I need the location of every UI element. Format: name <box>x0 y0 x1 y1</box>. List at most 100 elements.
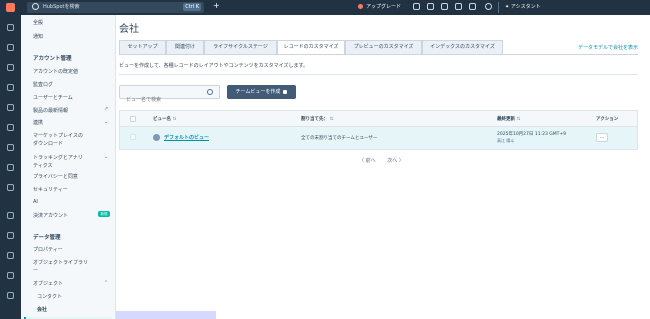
settings-sidebar: 全般 通知 アカウント管理 アカウントの既定値 監査ログ ユーザーとチーム 製品… <box>21 15 116 319</box>
create-team-view-button[interactable]: チームビューを作成 <box>227 85 296 99</box>
main-navigation-rail <box>0 15 21 319</box>
automation-icon[interactable] <box>7 164 14 171</box>
global-search-input[interactable]: HubSpotを検索 Ctrl K <box>27 2 204 13</box>
marketplace-icon[interactable] <box>427 3 434 10</box>
upgrade-button[interactable]: アップグレード <box>358 3 401 10</box>
marketing-icon[interactable] <box>7 84 14 91</box>
sidebar-item-payment-accounts[interactable]: 決済アカウント <box>33 212 68 219</box>
page-title: 会社 <box>119 24 139 35</box>
sidebar-item-contacts[interactable]: コンタクト <box>37 293 62 300</box>
sidebar-item-companies[interactable]: 会社 <box>37 306 47 313</box>
column-header-assigned-label: 割り当て先： <box>301 117 328 122</box>
next-page-button[interactable]: 次へ 〉 <box>387 158 404 164</box>
column-header-last-updated-label: 最終更新 <box>497 117 515 122</box>
upgrade-label: アップグレード <box>366 4 402 10</box>
sidebar-heading-data-management: データ管理 <box>33 235 61 241</box>
sidebar-item-privacy-consent[interactable]: プライバシーと同意 <box>33 173 78 180</box>
resources-icon[interactable] <box>7 292 14 299</box>
chevron-down-icon[interactable]: ⌄ <box>104 119 108 125</box>
service-icon[interactable] <box>7 144 14 151</box>
previous-page-button[interactable]: 〈 前へ <box>359 158 376 164</box>
top-navigation-bar: HubSpotを検索 Ctrl K + アップグレード ✦ アシスタント <box>0 0 650 15</box>
data-management-icon[interactable] <box>7 232 14 239</box>
assistant-button[interactable]: ✦ アシスタント <box>505 3 541 10</box>
page-description: ビューを作成して、各種レコードのレイアウトやコンテンツをカスタマイズします。 <box>119 63 308 69</box>
column-header-last-updated[interactable]: 最終更新 ⇅ <box>497 116 520 122</box>
sidebar-item-notifications[interactable]: 通知 <box>33 33 43 40</box>
sidebar-item-security[interactable]: セキュリティー <box>33 186 68 193</box>
sort-icon: ⇅ <box>172 117 177 122</box>
search-shortcut-badge: Ctrl K <box>183 3 201 11</box>
library-icon[interactable] <box>7 272 14 279</box>
lock-icon <box>283 89 288 94</box>
sidebar-item-tracking-line2[interactable]: ティクス <box>33 162 53 169</box>
sidebar-item-audit-log[interactable]: 監査ログ <box>33 81 53 88</box>
commerce-icon[interactable] <box>7 252 14 259</box>
bottom-overlay-strip <box>116 311 216 319</box>
sidebar-item-users-teams[interactable]: ユーザーとチーム <box>33 94 73 101</box>
global-search-placeholder: HubSpotを検索 <box>43 4 80 10</box>
chevron-down-icon[interactable]: ⌄ <box>104 154 108 160</box>
sort-icon: ⇅ <box>516 117 521 122</box>
table-header: ビュー名 ⇅ 割り当て先： ⇅ 最終更新 ⇅ アクション <box>120 111 637 127</box>
search-icon <box>32 3 39 10</box>
tab-setup[interactable]: セットアップ <box>119 40 166 55</box>
sidebar-item-objects[interactable]: オブジェクト <box>33 280 63 287</box>
settings-gear-icon[interactable] <box>455 3 462 10</box>
home-icon[interactable] <box>7 44 14 51</box>
tab-index-customization[interactable]: インデックスのカスタマイズ <box>422 40 503 55</box>
user-avatar-icon[interactable] <box>485 3 492 10</box>
sales-icon[interactable] <box>7 124 14 131</box>
sidebar-item-object-library-line2[interactable]: ー <box>33 267 38 274</box>
tab-preview-customization[interactable]: プレビューのカスタマイズ <box>345 40 422 55</box>
reporting-icon[interactable] <box>7 184 14 191</box>
chevron-up-icon[interactable]: ⌃ <box>104 280 108 286</box>
sidebar-item-integrations[interactable]: 連携 <box>33 119 43 126</box>
last-updated-cell: 2025年10月27日 11:23 GMT+9 <box>497 132 566 137</box>
phone-icon[interactable] <box>413 3 420 10</box>
sidebar-item-product-updates[interactable]: 製品の最新情報 <box>33 107 68 114</box>
view-search-input[interactable] <box>120 94 208 106</box>
sidebar-item-properties[interactable]: プロパティー <box>33 246 63 253</box>
sort-icon: ⇅ <box>329 117 334 122</box>
tab-associations[interactable]: 関連付け <box>166 40 204 55</box>
column-header-actions: アクション <box>596 117 619 122</box>
table-row[interactable]: デフォルトのビュー 全ての未割り当てのチームとユーザー 2025年10月27日 … <box>120 127 637 149</box>
sidebar-item-tracking-line1[interactable]: トラッキングとアナリ <box>33 154 83 161</box>
external-link-icon: ↗ <box>104 106 109 112</box>
pagination: 〈 前へ 次へ 〉 <box>359 157 414 164</box>
row-checkbox[interactable] <box>130 134 136 140</box>
column-header-assigned[interactable]: 割り当て先： ⇅ <box>301 116 333 122</box>
view-company-data-model-link[interactable]: データモデルで会社を表示 <box>578 44 638 51</box>
sidebar-item-ai[interactable]: AI <box>33 199 38 205</box>
create-new-button[interactable]: + <box>213 1 220 10</box>
hubspot-logo-icon[interactable] <box>6 3 15 12</box>
tab-lifecycle-stages[interactable]: ライフサイクルステージ <box>204 40 277 55</box>
search-icon <box>207 89 213 95</box>
column-header-view-name[interactable]: ビュー名 ⇅ <box>153 116 176 122</box>
select-all-checkbox[interactable] <box>130 116 136 122</box>
upgrade-icon <box>358 4 363 9</box>
view-name-link[interactable]: デフォルトのビュー <box>164 134 209 141</box>
tab-record-customization[interactable]: レコードのカスタマイズ <box>277 40 345 55</box>
section-divider <box>119 74 638 75</box>
collapse-rail-icon[interactable] <box>7 212 14 219</box>
sidebar-heading-account-management: アカウント管理 <box>33 56 72 62</box>
tab-divider <box>119 54 638 55</box>
bookmarks-icon[interactable] <box>7 24 14 31</box>
default-view-icon <box>153 134 160 141</box>
sidebar-item-general[interactable]: 全般 <box>33 19 43 26</box>
sidebar-item-marketplace-line1[interactable]: マーケットプレイスの <box>33 132 83 139</box>
crm-icon[interactable] <box>7 64 14 71</box>
create-team-view-label: チームビューを作成 <box>235 89 281 95</box>
view-search-box <box>119 85 220 106</box>
help-icon[interactable] <box>441 3 448 10</box>
sidebar-item-object-library-line1[interactable]: オブジェクトライブラリ <box>33 259 88 266</box>
assigned-to-cell: 全ての未割り当てのチームとユーザー <box>301 136 378 141</box>
content-icon[interactable] <box>7 104 14 111</box>
sidebar-item-marketplace-line2[interactable]: ダウンロード <box>33 140 63 147</box>
sidebar-item-account-defaults[interactable]: アカウントの既定値 <box>33 68 78 75</box>
row-actions-button[interactable]: … <box>596 133 608 142</box>
notifications-bell-icon[interactable] <box>469 3 476 10</box>
new-badge: 新規 <box>98 211 110 217</box>
